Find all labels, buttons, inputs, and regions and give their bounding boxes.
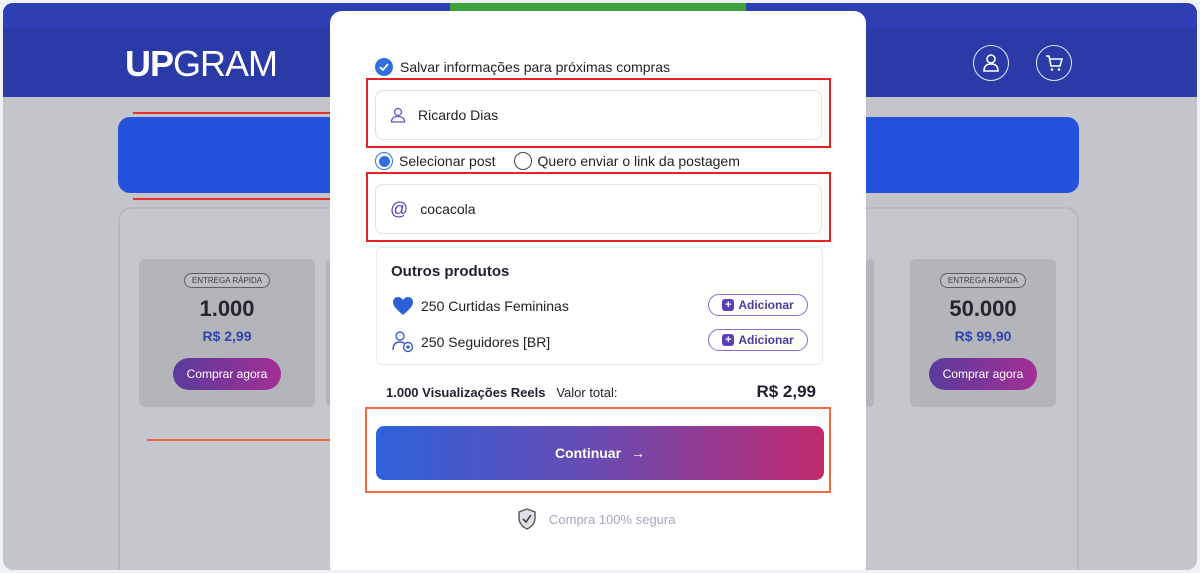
package-quantity: 1.000: [199, 296, 255, 321]
save-info-label: Salvar informações para próximas compras: [400, 59, 670, 75]
other-products-title: Outros produtos: [391, 263, 510, 280]
plus-icon: +: [722, 299, 735, 311]
heart-icon: [393, 297, 413, 315]
shield-check-icon: [518, 508, 536, 530]
secure-purchase-note: Compra 100% segura: [517, 508, 675, 530]
user-icon[interactable]: [973, 45, 1009, 81]
page-frame: UPGRAM ENTREGA RÁPIDA 1.000 R$ 2,99 Comp…: [3, 3, 1197, 570]
product-label: 250 Seguidores [BR]: [421, 334, 551, 350]
product-item: 250 Seguidores [BR]: [392, 331, 550, 353]
total-price: R$ 2,99: [756, 382, 816, 401]
annotation-arrow-name: [133, 107, 363, 119]
radio-select-post-label: Selecionar post: [399, 153, 496, 169]
annotation-arrow-username: [133, 193, 363, 205]
order-summary: 1.000 Visualizações Reels Valor total: R…: [386, 382, 816, 401]
product-item: 250 Curtidas Femininas: [392, 296, 569, 316]
add-product-button[interactable]: + Adicionar: [708, 329, 808, 351]
package-price: R$ 99,90: [954, 328, 1012, 344]
radio-send-link[interactable]: [513, 152, 532, 170]
plus-icon: +: [722, 334, 735, 346]
radio-send-link-label: Quero enviar o link da postagem: [537, 153, 740, 169]
secure-label: Compra 100% segura: [549, 511, 676, 527]
highlight-continue-button: [365, 407, 831, 493]
package-card-partial: [866, 259, 874, 407]
checkout-modal: Salvar informações para próximas compras…: [330, 11, 866, 570]
package-card: ENTREGA RÁPIDA 1.000 R$ 2,99 Comprar ago…: [139, 259, 315, 407]
cart-icon[interactable]: [1036, 45, 1072, 81]
package-price: R$ 2,99: [202, 328, 252, 344]
package-card: ENTREGA RÁPIDA 50.000 R$ 99,90 Comprar a…: [910, 259, 1056, 407]
save-info-checkbox[interactable]: Salvar informações para próximas compras: [375, 58, 670, 76]
buy-now-button[interactable]: Comprar agora: [928, 358, 1038, 390]
product-label: 250 Curtidas Femininas: [421, 298, 569, 314]
buy-now-button[interactable]: Comprar agora: [172, 358, 282, 390]
highlight-username-field: [366, 172, 831, 242]
package-quantity: 50.000: [949, 296, 1017, 321]
logo[interactable]: UPGRAM: [125, 43, 278, 85]
checkbox-checked-icon[interactable]: [375, 58, 393, 76]
highlight-name-field: [366, 78, 831, 148]
annotation-arrow-continue: [147, 434, 363, 446]
radio-select-post[interactable]: [375, 152, 393, 170]
add-follower-icon: [392, 331, 414, 353]
post-mode-radio-group: Selecionar post Quero enviar o link da p…: [375, 152, 740, 170]
add-product-button[interactable]: + Adicionar: [708, 294, 808, 316]
fast-delivery-badge: ENTREGA RÁPIDA: [939, 273, 1027, 288]
fast-delivery-badge: ENTREGA RÁPIDA: [183, 273, 271, 288]
summary-product: 1.000 Visualizações Reels: [386, 385, 546, 400]
summary-label: Valor total:: [556, 385, 618, 400]
